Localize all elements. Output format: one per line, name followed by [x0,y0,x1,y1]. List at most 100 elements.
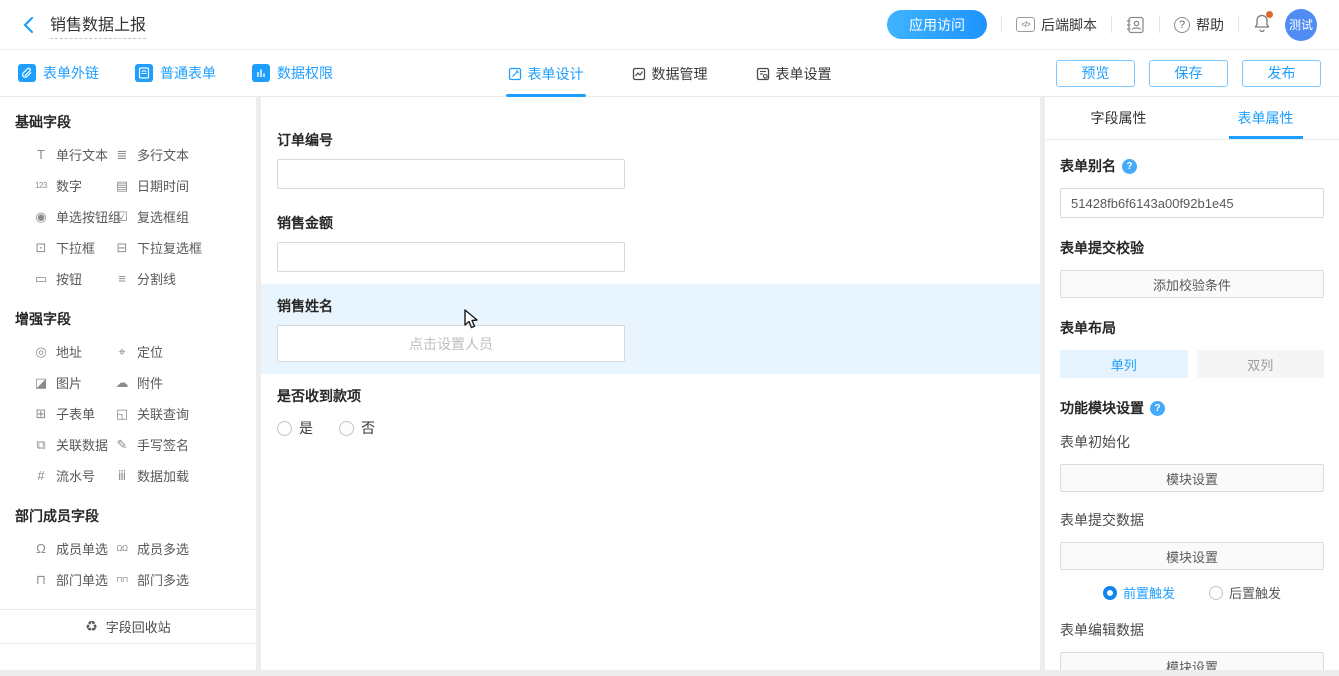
tab-form-design[interactable]: 表单设计 [506,50,586,97]
form-init-module-button[interactable]: 模块设置 [1060,464,1324,492]
add-validation-button[interactable]: 添加校验条件 [1060,270,1324,298]
tab-form-design-label: 表单设计 [528,64,584,84]
help-icon[interactable]: ? [1122,159,1137,174]
sidebar-item-radio-group[interactable]: ◉单选按钮组 [33,201,114,232]
sidebar-item-attachment[interactable]: ☁附件 [114,367,256,398]
sidebar-item-dept-single[interactable]: ⊓部门单选 [33,564,114,595]
location-icon: ⌖ [114,345,130,358]
item-label: 附件 [137,373,163,392]
sidebar-item-multi-select[interactable]: ⊟下拉复选框 [114,232,256,263]
sidebar-item-number[interactable]: 123数字 [33,170,114,201]
sidebar-item-linked-query[interactable]: ◱关联查询 [114,398,256,429]
item-label: 复选框组 [137,207,189,226]
item-label: 地址 [56,342,82,361]
member-picker[interactable]: 点击设置人员 [277,325,625,362]
field-palette-sidebar: 基础字段 T单行文本 ≣多行文本 123数字 ▤日期时间 ◉单选按钮组 ☑复选框… [0,97,256,670]
field-sales-amount[interactable]: 销售金额 [261,201,1040,284]
contacts-button[interactable] [1126,16,1145,34]
field-payment-received[interactable]: 是否收到款项 是 否 [261,374,1040,450]
preview-button[interactable]: 预览 [1056,60,1135,87]
signature-icon: ✎ [114,438,130,451]
layout-option-single-column[interactable]: 单列 [1060,350,1188,378]
radio-post-trigger[interactable]: 后置触发 [1209,583,1281,602]
data-permission-label: 数据权限 [277,63,333,83]
help-button[interactable]: ? 帮助 [1174,15,1224,35]
radio-circle-icon [339,421,354,436]
divider-field-icon: ≡ [114,272,130,285]
sidebar-item-linked-data[interactable]: ⧉关联数据 [33,429,114,460]
item-label: 关联数据 [56,435,108,454]
order-number-input[interactable] [277,159,625,189]
sidebar-item-signature[interactable]: ✎手写签名 [114,429,256,460]
sidebar-item-data-load[interactable]: ⅲ数据加载 [114,460,256,491]
number-icon: 123 [33,182,49,190]
back-button[interactable] [22,16,34,34]
submit-validation-label: 表单提交校验 [1060,238,1324,258]
save-button[interactable]: 保存 [1149,60,1228,87]
question-icon: ? [1174,17,1190,33]
module-settings-label: 功能模块设置 [1060,398,1144,418]
item-label: 流水号 [56,466,95,485]
sidebar-item-single-line-text[interactable]: T单行文本 [33,139,114,170]
member-single-icon: Ω [33,542,49,555]
tab-form-properties[interactable]: 表单属性 [1192,97,1339,139]
field-recycle-bin-button[interactable]: ♻ 字段回收站 [0,609,256,644]
sidebar-item-date-time[interactable]: ▤日期时间 [114,170,256,201]
avatar[interactable]: 测试 [1285,9,1317,41]
data-permission-button[interactable]: 数据权限 [252,63,333,83]
group-title-basic-fields: 基础字段 [0,97,256,139]
member-multi-icon: ΩΩ [114,545,130,553]
sidebar-item-checkbox-group[interactable]: ☑复选框组 [114,201,256,232]
divider [1159,16,1160,33]
radio-option-yes[interactable]: 是 [277,418,313,438]
tab-field-properties[interactable]: 字段属性 [1045,97,1192,139]
sidebar-item-dept-multi[interactable]: ⊓⊓部门多选 [114,564,256,595]
form-edit-module-button[interactable]: 模块设置 [1060,652,1324,670]
radio-option-no[interactable]: 否 [339,418,375,438]
data-permission-icon [252,64,270,82]
field-order-number[interactable]: 订单编号 [261,118,1040,201]
field-sales-person[interactable]: 销售姓名 点击设置人员 [261,284,1040,374]
app-access-button[interactable]: 应用访问 [887,10,987,39]
form-alias-input[interactable] [1060,188,1324,218]
help-icon[interactable]: ? [1150,401,1165,416]
sidebar-item-serial-number[interactable]: #流水号 [33,460,114,491]
sidebar-item-select[interactable]: ⊡下拉框 [33,232,114,263]
radio-circle-icon [277,421,292,436]
notifications-button[interactable] [1253,13,1271,37]
select-icon: ⊡ [33,241,49,254]
sales-amount-input[interactable] [277,242,625,272]
sidebar-item-location[interactable]: ⌖定位 [114,336,256,367]
item-label: 下拉复选框 [137,238,202,257]
form-alias-section: 表单别名 ? [1060,156,1324,176]
tab-data-manage-label: 数据管理 [652,64,708,84]
tab-form-settings[interactable]: 表单设置 [754,50,834,97]
form-settings-icon [756,67,770,81]
sidebar-item-divider[interactable]: ≡分割线 [114,263,256,294]
member-picker-placeholder: 点击设置人员 [409,334,493,354]
backend-script-button[interactable]: </> 后端脚本 [1016,15,1097,35]
sidebar-item-member-single[interactable]: Ω成员单选 [33,533,114,564]
group-title-dept-member-fields: 部门成员字段 [0,491,256,533]
help-label: 帮助 [1196,15,1224,35]
tab-data-manage[interactable]: 数据管理 [630,50,710,97]
link-icon [18,64,36,82]
sidebar-item-button[interactable]: ▭按钮 [33,263,114,294]
item-label: 图片 [56,373,82,392]
form-external-link-button[interactable]: 表单外链 [18,63,99,83]
sidebar-item-image[interactable]: ◪图片 [33,367,114,398]
radio-label: 后置触发 [1229,583,1281,602]
radio-pre-trigger[interactable]: 前置触发 [1103,583,1175,602]
sidebar-item-subform[interactable]: ⊞子表单 [33,398,114,429]
normal-form-label: 普通表单 [160,63,216,83]
dept-multi-icon: ⊓⊓ [114,576,130,584]
button-field-icon: ▭ [33,272,49,285]
normal-form-button[interactable]: 普通表单 [135,63,216,83]
layout-option-double-column[interactable]: 双列 [1197,350,1325,378]
sidebar-item-multi-line-text[interactable]: ≣多行文本 [114,139,256,170]
publish-button[interactable]: 发布 [1242,60,1321,87]
top-header: 销售数据上报 应用访问 </> 后端脚本 ? [0,0,1339,50]
sidebar-item-address[interactable]: ◎地址 [33,336,114,367]
sidebar-item-member-multi[interactable]: ΩΩ成员多选 [114,533,256,564]
form-submit-module-button[interactable]: 模块设置 [1060,542,1324,570]
